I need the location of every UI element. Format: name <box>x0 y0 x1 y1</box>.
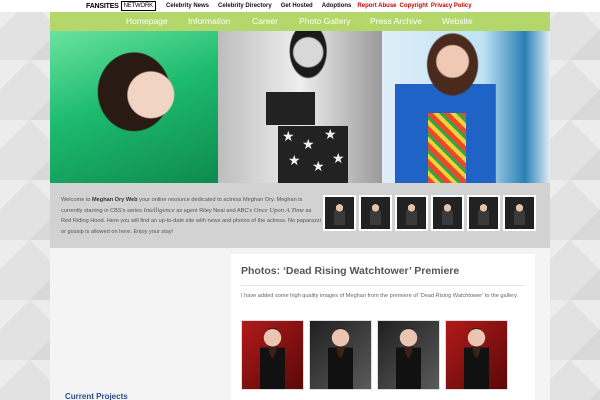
thumbnail[interactable] <box>359 195 392 231</box>
network-link-get-hosted[interactable]: Get Hosted <box>281 1 313 11</box>
network-link-copyright[interactable]: Copyright <box>400 1 428 11</box>
intro-show-ouat: Once Upon A Time <box>253 206 304 214</box>
header-photo-left <box>50 31 218 183</box>
thumbnail[interactable] <box>395 195 428 231</box>
network-logo-text: FANSITES <box>86 2 119 10</box>
network-link-celebrity-news[interactable]: Celebrity News <box>166 1 209 11</box>
star-pattern: ★ ★ ★ ★ ★ ★ <box>278 126 348 183</box>
network-bar: FANSITES NETWORK Celebrity News Celebrit… <box>0 0 600 12</box>
nav-homepage[interactable]: Homepage <box>126 16 168 26</box>
network-links: Celebrity News Celebrity Directory Get H… <box>166 1 472 11</box>
header-photo-right <box>382 31 550 183</box>
nav-website[interactable]: Website <box>442 16 473 26</box>
post-image[interactable] <box>377 320 440 390</box>
network-link-adoptions[interactable]: Adoptions <box>322 1 352 11</box>
intro-show-intelligence: Intelligence <box>143 206 175 214</box>
nav-press-archive[interactable]: Press Archive <box>370 16 422 26</box>
post-image[interactable] <box>445 320 508 390</box>
intro-text: Welcome to Meghan Ory Web your online re… <box>61 195 323 237</box>
post-title[interactable]: Photos: ‘Dead Rising Watchtower’ Premier… <box>241 265 459 277</box>
thumbnail[interactable] <box>467 195 500 231</box>
thumbnail[interactable] <box>503 195 536 231</box>
post-card: Photos: ‘Dead Rising Watchtower’ Premier… <box>231 254 535 400</box>
network-logo-tag: NETWORK <box>120 1 156 11</box>
network-link-privacy-policy[interactable]: Privacy Policy <box>431 1 472 11</box>
network-link-report-abuse[interactable]: Report Abuse <box>357 1 396 11</box>
recent-photos-thumbs <box>323 195 536 231</box>
intro-welcome: Welcome to <box>61 197 91 203</box>
post-image[interactable] <box>241 320 304 390</box>
header-photo-center: ★ ★ ★ ★ ★ ★ <box>218 31 382 183</box>
thumbnail[interactable] <box>431 195 464 231</box>
network-logo[interactable]: FANSITES NETWORK <box>86 1 156 11</box>
nav-information[interactable]: Information <box>188 16 231 26</box>
post-image[interactable] <box>309 320 372 390</box>
nav-photo-gallery[interactable]: Photo Gallery <box>299 16 351 26</box>
intro-part2: as agent Riley Neal and ABC's <box>176 207 253 214</box>
nav-career[interactable]: Career <box>252 16 278 26</box>
intro-section: Welcome to Meghan Ory Web your online re… <box>50 183 550 248</box>
floral-top <box>428 113 466 183</box>
thumbnail[interactable] <box>323 195 356 231</box>
intro-site-name: Meghan Ory Web <box>92 197 138 203</box>
main-nav: Homepage Information Career Photo Galler… <box>50 12 550 31</box>
post-divider <box>241 285 525 286</box>
post-images <box>241 320 508 390</box>
network-link-celebrity-directory[interactable]: Celebrity Directory <box>218 1 272 11</box>
post-body: I have added some high quality images of… <box>241 293 519 299</box>
sidebar-heading-current-projects: Current Projects <box>65 392 128 400</box>
site-container: Homepage Information Career Photo Galler… <box>50 12 550 400</box>
header-banner: ★ ★ ★ ★ ★ ★ <box>50 31 550 183</box>
